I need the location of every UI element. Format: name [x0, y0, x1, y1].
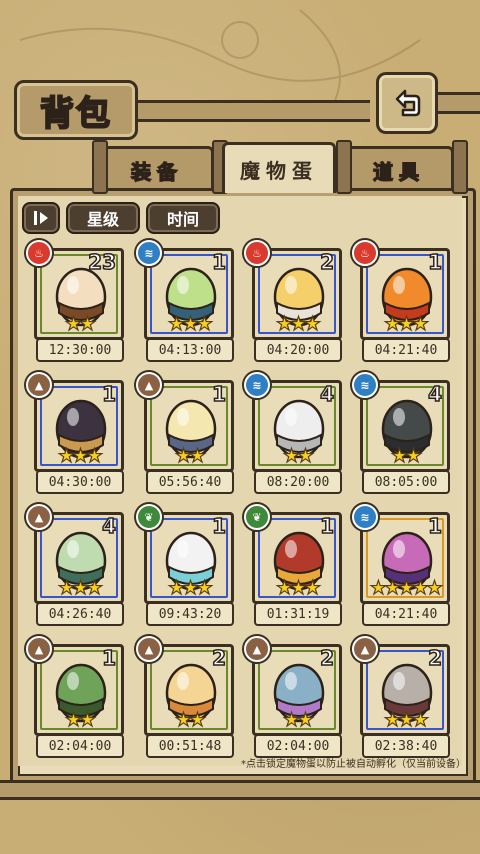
star-rating: ★★★: [383, 312, 429, 335]
footnote-text: *点击锁定魔物蛋以防止被自动孵化（仅当前设备）: [241, 759, 466, 770]
wood-element-icon: ❦: [136, 504, 162, 530]
hatch-timer: 02:04:00: [36, 734, 124, 758]
earth-element-icon: ▲: [136, 636, 162, 662]
earth-element-icon: ▲: [244, 636, 270, 662]
back-rail: [432, 92, 480, 114]
hatch-timer: 04:20:00: [254, 338, 342, 362]
egg-count: 1: [211, 513, 226, 539]
water-element-icon: ≋: [244, 372, 270, 398]
star-rating: ★★: [390, 444, 422, 467]
star-rating: ★★★: [275, 576, 321, 599]
hatch-timer: 04:26:40: [36, 602, 124, 626]
star-rating: ★★: [64, 708, 96, 731]
tab-items[interactable]: 道具: [344, 146, 454, 191]
egg-count: 23: [87, 249, 116, 275]
hatch-timer: 04:21:40: [362, 338, 450, 362]
water-element-icon: ≋: [352, 372, 378, 398]
egg-count: 2: [319, 249, 334, 275]
egg-count: 1: [427, 513, 442, 539]
hatch-timer: 08:20:00: [254, 470, 342, 494]
tab-equipment[interactable]: 装备: [100, 146, 214, 191]
egg-count: 4: [319, 381, 334, 407]
tab-monster-eggs[interactable]: 魔物蛋: [222, 142, 336, 193]
egg-count: 4: [101, 513, 116, 539]
hatch-timer: 01:31:19: [254, 602, 342, 626]
egg-count: 2: [211, 645, 226, 671]
title-rail: [130, 100, 370, 122]
earth-element-icon: ▲: [26, 372, 52, 398]
back-button[interactable]: [376, 72, 438, 134]
sort-by-time-button[interactable]: 时间: [146, 202, 220, 234]
egg-count: 2: [427, 645, 442, 671]
fire-element-icon: ♨: [26, 240, 52, 266]
hatch-timer: 08:05:00: [362, 470, 450, 494]
star-rating: ★★: [64, 312, 96, 335]
earth-element-icon: ▲: [136, 372, 162, 398]
hatch-timer: 00:51:48: [146, 734, 234, 758]
page-title: 背包: [39, 93, 112, 135]
water-element-icon: ≋: [136, 240, 162, 266]
star-rating: ★★★: [275, 312, 321, 335]
tab-post: [92, 140, 108, 194]
earth-element-icon: ▲: [26, 636, 52, 662]
star-rating: ★★★: [57, 576, 103, 599]
star-rating: ★★★: [167, 312, 213, 335]
egg-count: 2: [319, 645, 334, 671]
star-rating: ★★★: [167, 576, 213, 599]
egg-count: 1: [427, 249, 442, 275]
egg-count: 4: [427, 381, 442, 407]
hatch-timer: 12:30:00: [36, 338, 124, 362]
egg-count: 1: [101, 381, 116, 407]
egg-count: 1: [211, 381, 226, 407]
egg-count: 1: [211, 249, 226, 275]
hatch-timer: 04:30:00: [36, 470, 124, 494]
wood-element-icon: ❦: [244, 504, 270, 530]
earth-element-icon: ▲: [352, 636, 378, 662]
star-rating: ★★★: [57, 444, 103, 467]
egg-count: 1: [101, 645, 116, 671]
tab-post: [336, 140, 352, 194]
back-arrow-icon: [395, 89, 421, 117]
sort-toggle-button[interactable]: [22, 202, 60, 234]
egg-count: 1: [319, 513, 334, 539]
star-rating: ★★★★★: [369, 576, 443, 599]
hatch-timer: 04:13:00: [146, 338, 234, 362]
title-plate: 背包: [14, 80, 138, 140]
star-rating: ★★★: [383, 708, 429, 731]
earth-element-icon: ▲: [26, 504, 52, 530]
fire-element-icon: ♨: [352, 240, 378, 266]
star-rating: ★★: [174, 708, 206, 731]
star-rating: ★★: [174, 444, 206, 467]
star-rating: ★★: [282, 708, 314, 731]
tab-post: [452, 140, 468, 194]
fire-element-icon: ♨: [244, 240, 270, 266]
star-rating: ★★: [282, 444, 314, 467]
sort-by-star-button[interactable]: 星级: [66, 202, 140, 234]
hatch-timer: 09:43:20: [146, 602, 234, 626]
bottom-rail: [0, 780, 480, 800]
water-element-icon: ≋: [352, 504, 378, 530]
hatch-timer: 05:56:40: [146, 470, 234, 494]
sort-icon: [34, 211, 48, 225]
hatch-timer: 04:21:40: [362, 602, 450, 626]
